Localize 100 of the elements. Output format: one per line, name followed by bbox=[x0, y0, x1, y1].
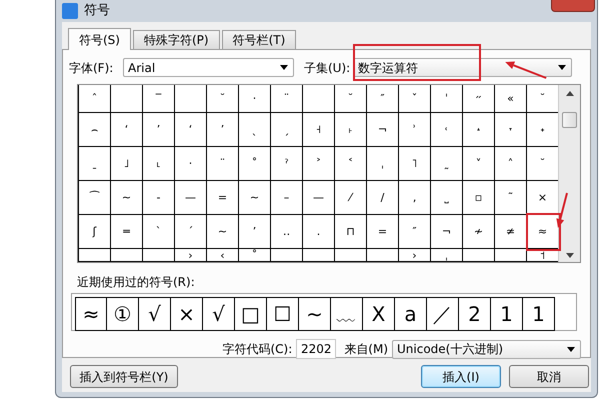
symbol-cell[interactable]: ¬ bbox=[431, 215, 463, 249]
symbol-cell[interactable]: ˥ bbox=[399, 147, 431, 181]
symbol-cell[interactable]: ‾ bbox=[143, 85, 175, 113]
tab[interactable]: 特殊字符(P) bbox=[132, 30, 220, 49]
symbol-cell[interactable]: › bbox=[175, 249, 207, 262]
encoding-dropdown[interactable]: Unicode(十六进制) bbox=[392, 340, 581, 358]
symbol-cell[interactable] bbox=[175, 85, 207, 113]
symbol-cell[interactable]: ˚ bbox=[239, 249, 271, 262]
button[interactable]: 取消 bbox=[509, 365, 589, 388]
symbol-cell[interactable]: ˀ bbox=[271, 147, 303, 181]
symbol-cell[interactable]: ˘ bbox=[335, 85, 367, 113]
symbol-cell[interactable] bbox=[367, 249, 399, 262]
recent-symbol[interactable]: ／ bbox=[427, 297, 459, 331]
scroll-up-icon[interactable] bbox=[566, 91, 574, 96]
symbol-cell[interactable]: ˃ bbox=[303, 147, 335, 181]
symbol-cell[interactable]: ˈ bbox=[431, 85, 463, 113]
recent-symbol[interactable]: □ bbox=[235, 297, 267, 331]
symbol-cell[interactable]: ‹ bbox=[207, 249, 239, 262]
symbol-cell[interactable]: ʾ bbox=[399, 113, 431, 147]
symbol-cell[interactable]: ˌ bbox=[367, 147, 399, 181]
symbol-cell[interactable]: › bbox=[399, 249, 431, 262]
symbol-cell[interactable]: ⁄ bbox=[335, 181, 367, 215]
symbol-cell[interactable]: ‐ bbox=[143, 181, 175, 215]
symbol-cell[interactable]: ˇ bbox=[399, 85, 431, 113]
symbol-cell[interactable]: ‚ bbox=[399, 181, 431, 215]
recent-symbol[interactable]: 2 bbox=[459, 297, 491, 331]
symbol-cell[interactable]: — bbox=[175, 181, 207, 215]
symbol-cell[interactable]: ⊓ bbox=[335, 215, 367, 249]
recent-symbol[interactable]: × bbox=[171, 297, 203, 331]
symbol-cell[interactable]: ˽ bbox=[431, 181, 463, 215]
recent-symbol[interactable]: √ bbox=[203, 297, 235, 331]
symbol-cell[interactable]: ″ bbox=[399, 215, 431, 249]
symbol-cell[interactable] bbox=[143, 249, 175, 262]
symbol-cell[interactable] bbox=[303, 249, 335, 262]
scroll-down-icon[interactable] bbox=[566, 253, 574, 258]
symbol-cell[interactable]: ¨ bbox=[207, 147, 239, 181]
symbol-cell[interactable] bbox=[271, 249, 303, 262]
symbol-cell[interactable]: ‘ bbox=[111, 113, 143, 147]
symbol-cell[interactable]: ⌢ bbox=[79, 113, 111, 147]
symbol-cell[interactable]: = bbox=[207, 181, 239, 215]
symbol-cell[interactable]: ʼ bbox=[239, 215, 271, 249]
symbol-cell[interactable]: ˅ bbox=[463, 147, 495, 181]
symbol-cell[interactable] bbox=[303, 85, 335, 113]
symbol-cell[interactable] bbox=[495, 249, 527, 262]
symbol-cell[interactable]: ˔ bbox=[463, 113, 495, 147]
recent-symbol[interactable]: ① bbox=[107, 297, 139, 331]
button[interactable]: 插入(I) bbox=[421, 365, 501, 388]
symbol-cell[interactable]: ″ bbox=[367, 85, 399, 113]
symbol-cell[interactable] bbox=[111, 85, 143, 113]
symbol-cell[interactable]: / bbox=[367, 181, 399, 215]
symbol-cell[interactable]: « bbox=[495, 85, 527, 113]
recent-symbol[interactable]: ☐ bbox=[267, 297, 299, 331]
symbol-cell[interactable]: ˩ bbox=[111, 147, 143, 181]
symbol-cell[interactable]: ˊ bbox=[175, 215, 207, 249]
symbol-cell[interactable]: ˫ bbox=[335, 113, 367, 147]
scroll-thumb[interactable] bbox=[562, 112, 578, 128]
button[interactable]: 插入到符号栏(Y) bbox=[70, 365, 178, 388]
recent-symbol[interactable]: ≈ bbox=[75, 297, 107, 331]
symbol-cell[interactable]: ═ bbox=[111, 215, 143, 249]
symbol-cell[interactable]: ∼ bbox=[239, 181, 271, 215]
symbol-cell[interactable] bbox=[111, 249, 143, 262]
recent-symbol[interactable]: 1 bbox=[523, 297, 555, 331]
symbol-cell[interactable]: ˂ bbox=[335, 147, 367, 181]
symbol-cell[interactable]: ∼ bbox=[207, 215, 239, 249]
symbol-cell[interactable]: · bbox=[175, 147, 207, 181]
recent-symbol[interactable]: X bbox=[363, 297, 395, 331]
tab[interactable]: 符号栏(T) bbox=[222, 30, 296, 49]
symbol-cell[interactable]: ‘ bbox=[175, 113, 207, 147]
font-dropdown[interactable]: Arial bbox=[123, 58, 294, 77]
subset-dropdown[interactable]: 数字运算符 bbox=[353, 58, 572, 77]
symbol-cell[interactable]: ˘ bbox=[207, 85, 239, 113]
symbol-cell[interactable]: . bbox=[303, 215, 335, 249]
symbol-cell[interactable]: ˚ bbox=[239, 147, 271, 181]
symbol-cell[interactable]: ˄ bbox=[495, 147, 527, 181]
symbol-cell[interactable]: ‥ bbox=[271, 215, 303, 249]
symbol-cell[interactable]: ⁀ bbox=[79, 181, 111, 215]
symbol-cell[interactable]: · bbox=[239, 85, 271, 113]
symbol-cell[interactable]: ˍ bbox=[79, 147, 111, 181]
symbol-cell[interactable] bbox=[463, 249, 495, 262]
recent-symbol[interactable]: ∼ bbox=[299, 297, 331, 331]
symbol-cell[interactable]: ˆ bbox=[79, 85, 111, 113]
symbol-cell[interactable]: ˜ bbox=[495, 181, 527, 215]
recent-symbol[interactable]: a bbox=[395, 297, 427, 331]
symbol-cell[interactable]: = bbox=[367, 215, 399, 249]
symbol-cell[interactable]: ˏ bbox=[271, 113, 303, 147]
symbol-cell[interactable]: ∼ bbox=[111, 181, 143, 215]
scrollbar[interactable] bbox=[558, 85, 580, 262]
symbol-cell[interactable]: ˎ bbox=[239, 113, 271, 147]
symbol-cell[interactable]: ▫ bbox=[463, 181, 495, 215]
symbol-cell[interactable]: ˌ bbox=[431, 249, 463, 262]
tab[interactable]: 符号(S) bbox=[68, 28, 131, 50]
symbol-cell[interactable]: ≁ bbox=[463, 215, 495, 249]
symbol-cell[interactable]: — bbox=[303, 181, 335, 215]
symbol-cell[interactable]: ˪ bbox=[143, 147, 175, 181]
symbol-cell[interactable]: ˕ bbox=[495, 113, 527, 147]
symbol-cell[interactable]: ˋ bbox=[143, 215, 175, 249]
symbol-cell[interactable]: ¬ bbox=[367, 113, 399, 147]
recent-symbol[interactable]: ﹏ bbox=[331, 297, 363, 331]
symbol-cell[interactable]: ¨ bbox=[271, 85, 303, 113]
symbol-cell[interactable]: ʃ bbox=[79, 215, 111, 249]
